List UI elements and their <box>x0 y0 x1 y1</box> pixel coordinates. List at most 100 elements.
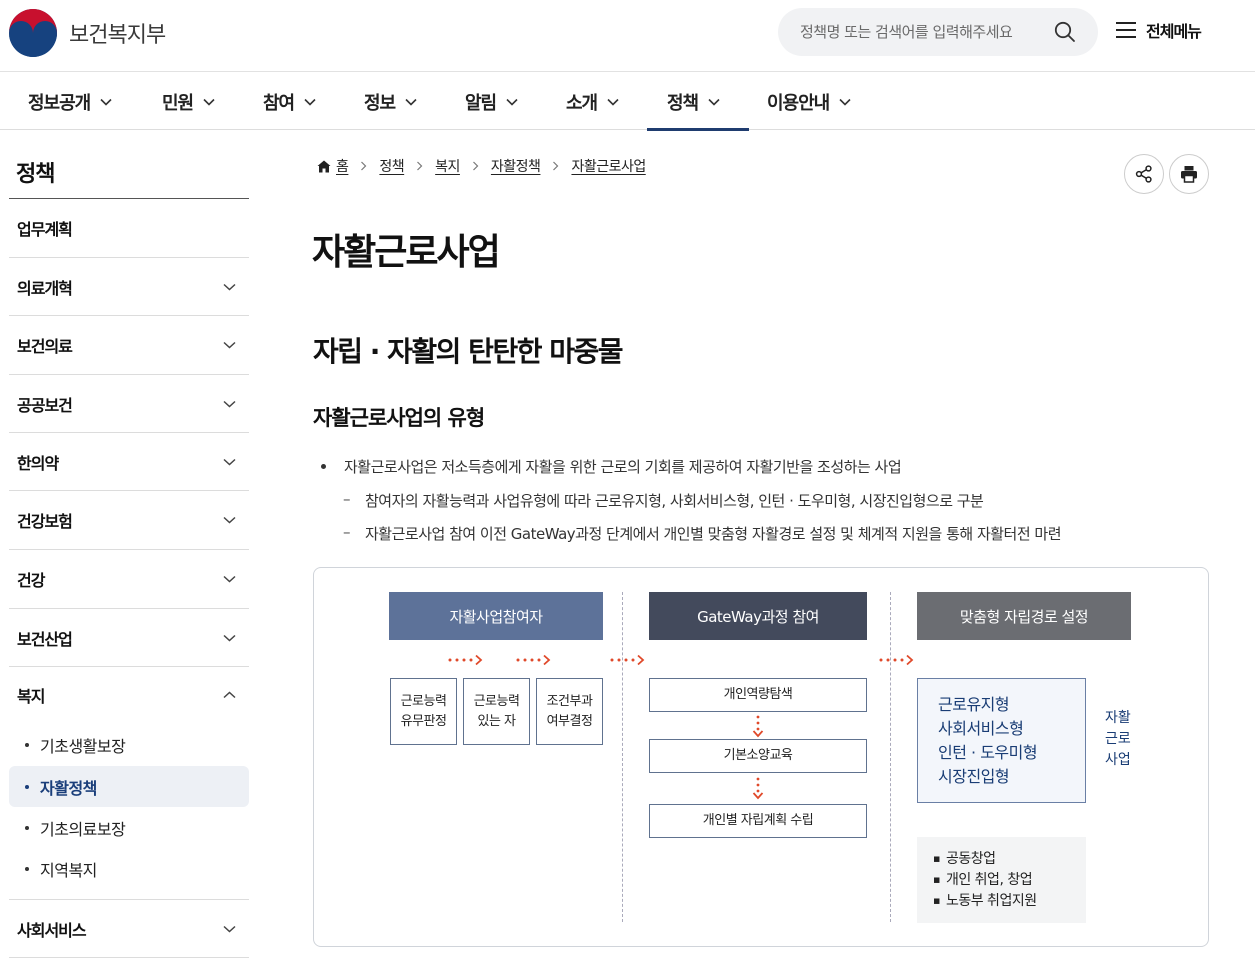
header-participants: 자활사업참여자 <box>389 592 603 640</box>
self-support-work-label: 자활 근로 사업 <box>1105 708 1135 771</box>
sidebar-item-public-health[interactable]: 공공보건 <box>9 375 249 433</box>
sub-bullet-item: – 자활근로사업 참여 이전 GateWay과정 단계에서 개인별 맞춤형 자활… <box>343 523 1062 544</box>
share-button[interactable] <box>1124 154 1164 194</box>
sidebar-item-korean-medicine[interactable]: 한의약 <box>9 433 249 491</box>
breadcrumb-home-link[interactable]: 홈 <box>336 156 349 176</box>
sidebar-item-label: 복지 <box>17 687 45 706</box>
site-logo[interactable]: 보건복지부 <box>8 8 166 58</box>
sub-item-regional-welfare[interactable]: 지역복지 <box>9 848 249 889</box>
sidebar-item-work-plan[interactable]: 업무계획 <box>9 199 249 258</box>
bullet-dot <box>25 742 29 747</box>
gnb-item-about[interactable]: 소개 <box>566 73 619 130</box>
header-gateway: GateWay과정 참여 <box>649 592 867 640</box>
sub-item-label: 기초생활보장 <box>40 736 126 756</box>
chevron-down-icon <box>405 98 417 106</box>
sub-bullet-item: – 참여자의 자활능력과 사업유형에 따라 근로유지형, 사회서비스형, 인턴 … <box>343 490 984 511</box>
sidebar-item-medical-reform[interactable]: 의료개혁 <box>9 258 249 316</box>
chevron-right-icon <box>553 161 559 171</box>
sidebar-item-label: 보건의료 <box>17 337 73 356</box>
column-divider <box>622 592 623 922</box>
gnb-item-participation[interactable]: 참여 <box>263 73 316 130</box>
section-subheading: 자활근로사업의 유형 <box>313 406 485 430</box>
bullet-item: 자활근로사업은 저소득층에게 자활을 위한 근로의 기회를 제공하여 자활기반을… <box>321 456 902 477</box>
sidebar-item-health-insurance[interactable]: 건강보험 <box>9 491 249 550</box>
bullet-dot <box>25 866 29 871</box>
section-heading: 자립 · 자활의 탄탄한 마중물 <box>313 335 624 368</box>
arrow-down-icon <box>752 777 764 800</box>
bullet-dot <box>25 784 29 789</box>
gnb-item-label: 정보공개 <box>28 92 91 114</box>
arrow-right-icon <box>610 654 645 666</box>
step-box-ability-assessment: 근로능력유무판정 <box>390 678 457 745</box>
sidebar-item-label: 건강 <box>17 571 45 590</box>
home-icon <box>317 160 331 172</box>
gnb-item-policy[interactable]: 정책 <box>646 73 750 131</box>
sidebar-title: 정책 <box>16 162 55 187</box>
chevron-down-icon <box>607 98 619 106</box>
sub-bullet-text: 참여자의 자활능력과 사업유형에 따라 근로유지형, 사회서비스형, 인턴 · … <box>365 492 984 510</box>
gnb-item-label: 정보 <box>364 92 396 114</box>
dash-mark: – <box>343 523 351 541</box>
sidebar-item-health-medical[interactable]: 보건의료 <box>9 316 249 375</box>
header-custom-path: 맞춤형 자립경로 설정 <box>917 592 1131 640</box>
sidebar-item-social-service[interactable]: 사회서비스 <box>9 899 249 958</box>
chevron-down-icon <box>304 98 316 106</box>
label-line: 사업 <box>1105 752 1131 768</box>
type-item: 인턴 · 도우미형 <box>938 743 1038 762</box>
sidebar-item-health-industry[interactable]: 보건산업 <box>9 609 249 667</box>
dash-mark: – <box>343 490 351 508</box>
breadcrumb-link-current[interactable]: 자활근로사업 <box>571 156 646 176</box>
chevron-down-icon <box>506 98 518 106</box>
type-item: 시장진입형 <box>938 767 1010 786</box>
outcomes-box: 공동창업 개인 취업, 창업 노동부 취업지원 <box>917 837 1086 923</box>
sidebar-item-welfare[interactable]: 복지 <box>9 667 249 723</box>
all-menu-label: 전체메뉴 <box>1146 22 1202 41</box>
search-bar <box>778 8 1098 56</box>
chevron-down-icon <box>708 98 720 106</box>
sub-item-label: 지역복지 <box>40 860 97 880</box>
sub-item-self-support-policy[interactable]: 자활정책 <box>9 766 249 807</box>
arrow-right-icon <box>448 654 483 666</box>
gnb-item-information[interactable]: 정보 <box>364 73 417 130</box>
gnb-item-notice[interactable]: 알림 <box>465 73 518 130</box>
step-line: 근로능력 <box>400 693 447 709</box>
sidebar-item-label: 의료개혁 <box>17 278 73 298</box>
gnb-item-info-disclosure[interactable]: 정보공개 <box>28 73 112 130</box>
sidebar-item-label: 한의약 <box>17 453 59 473</box>
chevron-down-icon <box>223 575 236 583</box>
chevron-down-icon <box>100 98 112 106</box>
hamburger-icon <box>1116 22 1136 38</box>
outcome-item: 공동창업 <box>933 849 1086 870</box>
chevron-down-icon <box>223 634 236 642</box>
breadcrumb-link-self-support[interactable]: 자활정책 <box>491 156 541 176</box>
chevron-down-icon <box>223 516 236 524</box>
step-line: 근로능력 <box>473 693 520 709</box>
print-button[interactable] <box>1169 154 1209 194</box>
step-box-able-to-work: 근로능력 있는 자 <box>463 678 530 745</box>
gnb-item-label: 참여 <box>263 92 295 114</box>
sub-item-medical-aid[interactable]: 기초의료보장 <box>9 807 249 848</box>
breadcrumb-link-welfare[interactable]: 복지 <box>435 156 460 176</box>
search-input[interactable] <box>800 23 1050 41</box>
breadcrumb-link-policy[interactable]: 정책 <box>379 156 404 176</box>
sidebar-item-label: 업무계획 <box>17 220 73 239</box>
chevron-down-icon <box>839 98 851 106</box>
sidebar-item-label: 건강보험 <box>17 512 73 531</box>
all-menu-button[interactable]: 전체메뉴 <box>1115 18 1202 42</box>
step-line: 유무판정 <box>400 713 447 729</box>
share-icon <box>1135 165 1152 183</box>
gnb-item-civil-petition[interactable]: 민원 <box>162 73 215 130</box>
page-title: 자활근로사업 <box>312 232 501 273</box>
sidebar-item-label: 보건산업 <box>17 629 73 649</box>
search-icon[interactable] <box>1054 21 1076 43</box>
site-header: 보건복지부 전체메뉴 <box>0 0 1255 72</box>
sub-item-label: 기초의료보장 <box>40 819 126 839</box>
gnb-item-guide[interactable]: 이용안내 <box>767 73 851 130</box>
logo-text: 보건복지부 <box>69 23 166 48</box>
sub-item-basic-livelihood[interactable]: 기초생활보장 <box>9 724 249 765</box>
sub-bullet-text: 자활근로사업 참여 이전 GateWay과정 단계에서 개인별 맞춤형 자활경로… <box>365 525 1062 543</box>
chevron-down-icon <box>223 925 236 933</box>
label-line: 근로 <box>1105 731 1131 747</box>
sidebar-item-health[interactable]: 건강 <box>9 550 249 609</box>
bullet-text: 자활근로사업은 저소득층에게 자활을 위한 근로의 기회를 제공하여 자활기반을… <box>344 458 902 476</box>
